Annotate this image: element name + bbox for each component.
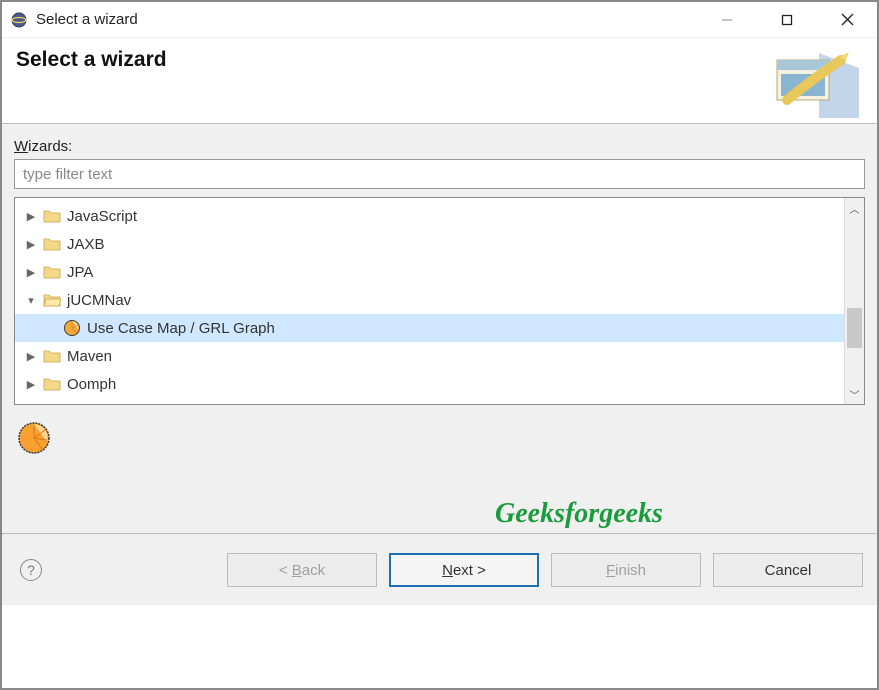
wizards-label: Wizards: — [14, 138, 865, 155]
tree-item-label: Oomph — [67, 376, 116, 393]
orange-icon — [63, 319, 81, 337]
scrollbar-thumb[interactable] — [847, 308, 862, 348]
tree-item-label: JPA — [67, 264, 93, 281]
tree-item-label: Maven — [67, 348, 112, 365]
help-icon[interactable]: ? — [20, 559, 42, 581]
folder-open-icon — [43, 293, 61, 307]
page-title: Select a wizard — [16, 48, 167, 72]
back-button[interactable]: < Back — [227, 553, 377, 587]
folder-icon — [43, 209, 61, 223]
finish-button[interactable]: Finish — [551, 553, 701, 587]
chevron-right-icon[interactable]: ▶ — [23, 266, 39, 279]
chevron-right-icon[interactable]: ▶ — [23, 350, 39, 363]
watermark-text: Geeksforgeeks — [495, 498, 663, 530]
orange-icon — [16, 420, 52, 456]
content-area: Wizards: ▶ JavaScript ▶ JAXB ▶ — [2, 123, 877, 533]
dialog-banner: Select a wizard — [2, 38, 877, 123]
tree-item-use-case-map[interactable]: Use Case Map / GRL Graph — [15, 314, 844, 342]
titlebar: Select a wizard — [2, 2, 877, 38]
tree-scrollbar[interactable]: ︿ ﹀ — [844, 198, 864, 404]
maximize-button[interactable] — [757, 2, 817, 38]
wizard-tree: ▶ JavaScript ▶ JAXB ▶ JPA — [14, 197, 865, 405]
folder-icon — [43, 377, 61, 391]
eclipse-icon — [10, 11, 28, 29]
folder-icon — [43, 349, 61, 363]
button-bar: ? < Back Next > Finish Cancel — [2, 535, 877, 605]
scroll-down-icon[interactable]: ﹀ — [845, 384, 864, 404]
tree-item-oomph[interactable]: ▶ Oomph — [15, 370, 844, 398]
folder-icon — [43, 265, 61, 279]
tree-item-label: jUCMNav — [67, 292, 131, 309]
tree-body[interactable]: ▶ JavaScript ▶ JAXB ▶ JPA — [15, 198, 844, 404]
scroll-up-icon[interactable]: ︿ — [845, 198, 864, 218]
close-button[interactable] — [817, 2, 877, 38]
tree-item-maven[interactable]: ▶ Maven — [15, 342, 844, 370]
tree-item-label: JavaScript — [67, 208, 137, 225]
tree-item-jucmnav[interactable]: ▾ jUCMNav — [15, 286, 844, 314]
chevron-right-icon[interactable]: ▶ — [23, 378, 39, 391]
tree-item-javascript[interactable]: ▶ JavaScript — [15, 202, 844, 230]
chevron-down-icon[interactable]: ▾ — [23, 294, 39, 307]
chevron-right-icon[interactable]: ▶ — [23, 238, 39, 251]
tree-item-label: JAXB — [67, 236, 105, 253]
folder-icon — [43, 237, 61, 251]
minimize-button[interactable] — [697, 2, 757, 38]
cancel-button[interactable]: Cancel — [713, 553, 863, 587]
tree-item-jpa[interactable]: ▶ JPA — [15, 258, 844, 286]
window-title: Select a wizard — [36, 11, 138, 28]
tree-item-label: Use Case Map / GRL Graph — [87, 320, 275, 337]
tree-item-jaxb[interactable]: ▶ JAXB — [15, 230, 844, 258]
next-button[interactable]: Next > — [389, 553, 539, 587]
selection-preview — [14, 415, 865, 460]
chevron-right-icon[interactable]: ▶ — [23, 210, 39, 223]
filter-input[interactable] — [14, 159, 865, 189]
wizard-banner-icon — [769, 48, 859, 118]
